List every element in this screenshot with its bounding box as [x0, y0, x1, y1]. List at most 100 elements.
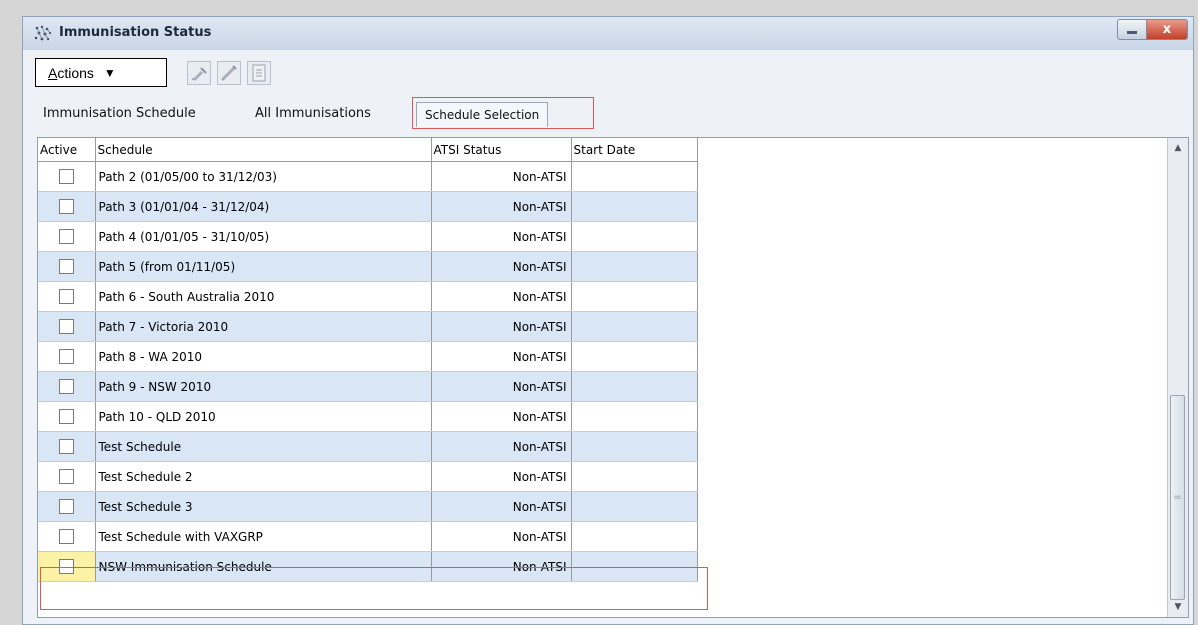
active-cell[interactable] — [38, 191, 96, 222]
schedule-cell: Path 5 (from 01/11/05) — [95, 251, 432, 282]
schedule-grid: Active Schedule ATSI Status Start Date P… — [37, 137, 1189, 618]
active-cell[interactable] — [38, 251, 96, 282]
active-cell[interactable] — [38, 161, 96, 192]
active-checkbox[interactable] — [58, 529, 74, 544]
table-row[interactable]: Path 5 (from 01/11/05) Non-ATSI — [38, 251, 698, 282]
tab-immunisation-schedule[interactable]: Immunisation Schedule — [43, 106, 196, 121]
active-cell[interactable] — [38, 491, 96, 522]
start-date-cell[interactable] — [571, 431, 698, 462]
actions-label-mnemonic: A — [48, 64, 58, 81]
active-cell[interactable] — [38, 461, 96, 492]
close-icon: x — [1162, 22, 1172, 37]
toolbar: Actions ▼ — [23, 50, 1193, 102]
atsi-status-cell: Non-ATSI — [431, 161, 572, 192]
table-row[interactable]: Path 6 - South Australia 2010 Non-ATSI — [38, 281, 698, 312]
table-row[interactable]: Test Schedule 2 Non-ATSI — [38, 461, 698, 492]
schedule-cell: Test Schedule — [95, 431, 432, 462]
start-date-cell[interactable] — [571, 491, 698, 522]
active-checkbox[interactable] — [58, 559, 74, 574]
active-cell[interactable] — [38, 401, 96, 432]
start-date-cell[interactable] — [571, 461, 698, 492]
schedule-table: Active Schedule ATSI Status Start Date P… — [38, 138, 698, 582]
schedule-cell: Test Schedule 2 — [95, 461, 432, 492]
atsi-status-cell: Non-ATSI — [431, 521, 572, 552]
atsi-status-cell: Non-ATSI — [431, 491, 572, 522]
active-cell[interactable] — [38, 221, 96, 252]
atsi-status-cell: Non-ATSI — [431, 551, 572, 582]
window-title: Immunisation Status — [59, 25, 212, 40]
minimize-icon — [1127, 31, 1137, 34]
table-row[interactable]: Path 9 - NSW 2010 Non-ATSI — [38, 371, 698, 402]
table-row[interactable]: Path 7 - Victoria 2010 Non-ATSI — [38, 311, 698, 342]
table-row[interactable]: Test Schedule 3 Non-ATSI — [38, 491, 698, 522]
vertical-scrollbar[interactable]: ▲ = ▼ — [1167, 138, 1188, 617]
table-row[interactable]: Test Schedule with VAXGRP Non-ATSI — [38, 521, 698, 552]
table-row[interactable]: Path 2 (01/05/00 to 31/12/03) Non-ATSI — [38, 161, 698, 192]
atsi-status-cell: Non-ATSI — [431, 371, 572, 402]
active-checkbox[interactable] — [58, 379, 74, 394]
minimize-button[interactable] — [1117, 19, 1147, 40]
active-cell[interactable] — [38, 521, 96, 552]
active-cell[interactable] — [38, 431, 96, 462]
column-header-schedule[interactable]: Schedule — [95, 138, 432, 162]
active-cell[interactable] — [38, 551, 96, 582]
start-date-cell[interactable] — [571, 521, 698, 552]
table-row[interactable]: Path 3 (01/01/04 - 31/12/04) Non-ATSI — [38, 191, 698, 222]
table-row[interactable]: Path 4 (01/01/05 - 31/10/05) Non-ATSI — [38, 221, 698, 252]
schedule-cell: Path 9 - NSW 2010 — [95, 371, 432, 402]
active-checkbox[interactable] — [58, 259, 74, 274]
tab-schedule-selection[interactable]: Schedule Selection — [416, 102, 549, 127]
start-date-cell[interactable] — [571, 311, 698, 342]
scroll-up-arrow-icon[interactable]: ▲ — [1169, 139, 1187, 157]
schedule-cell: Path 10 - QLD 2010 — [95, 401, 432, 432]
table-header-row: Active Schedule ATSI Status Start Date — [38, 138, 698, 162]
start-date-cell[interactable] — [571, 401, 698, 432]
active-cell[interactable] — [38, 371, 96, 402]
active-checkbox[interactable] — [58, 289, 74, 304]
scroll-down-arrow-icon[interactable]: ▼ — [1169, 598, 1187, 616]
active-checkbox[interactable] — [58, 409, 74, 424]
active-cell[interactable] — [38, 311, 96, 342]
active-cell[interactable] — [38, 281, 96, 312]
start-date-cell[interactable] — [571, 281, 698, 312]
schedule-cell: NSW Immunisation Schedule — [95, 551, 432, 582]
active-checkbox[interactable] — [58, 169, 74, 184]
active-checkbox[interactable] — [58, 469, 74, 484]
active-checkbox[interactable] — [58, 499, 74, 514]
needle-icon[interactable] — [217, 61, 241, 85]
syringe-icon[interactable] — [187, 61, 211, 85]
table-row[interactable]: Test Schedule Non-ATSI — [38, 431, 698, 462]
actions-menu-button[interactable]: Actions ▼ — [35, 58, 167, 87]
column-header-active[interactable]: Active — [38, 138, 96, 162]
start-date-cell[interactable] — [571, 251, 698, 282]
start-date-cell[interactable] — [571, 551, 698, 582]
schedule-cell: Path 2 (01/05/00 to 31/12/03) — [95, 161, 432, 192]
active-checkbox[interactable] — [58, 439, 74, 454]
table-row-selected[interactable]: NSW Immunisation Schedule Non-ATSI — [38, 551, 698, 582]
start-date-cell[interactable] — [571, 221, 698, 252]
column-header-start-date[interactable]: Start Date — [571, 138, 698, 162]
close-button[interactable]: x — [1146, 19, 1188, 40]
schedule-cell: Path 3 (01/01/04 - 31/12/04) — [95, 191, 432, 222]
column-header-atsi-status[interactable]: ATSI Status — [431, 138, 572, 162]
active-checkbox[interactable] — [58, 349, 74, 364]
start-date-cell[interactable] — [571, 371, 698, 402]
document-icon[interactable] — [247, 61, 271, 85]
active-checkbox[interactable] — [58, 199, 74, 214]
immunisation-status-window: Immunisation Status x Actions ▼ Immunisa… — [22, 16, 1194, 625]
start-date-cell[interactable] — [571, 161, 698, 192]
scroll-thumb[interactable]: = — [1170, 395, 1185, 600]
active-cell[interactable] — [38, 341, 96, 372]
start-date-cell[interactable] — [571, 341, 698, 372]
table-row[interactable]: Path 8 - WA 2010 Non-ATSI — [38, 341, 698, 372]
active-checkbox[interactable] — [58, 229, 74, 244]
active-checkbox[interactable] — [58, 319, 74, 334]
tab-strip: Immunisation Schedule All Immunisations … — [23, 102, 1193, 127]
schedule-cell: Path 8 - WA 2010 — [95, 341, 432, 372]
tab-all-immunisations[interactable]: All Immunisations — [255, 106, 371, 121]
atsi-status-cell: Non-ATSI — [431, 431, 572, 462]
start-date-cell[interactable] — [571, 191, 698, 222]
atsi-status-cell: Non-ATSI — [431, 221, 572, 252]
atsi-status-cell: Non-ATSI — [431, 401, 572, 432]
table-row[interactable]: Path 10 - QLD 2010 Non-ATSI — [38, 401, 698, 432]
